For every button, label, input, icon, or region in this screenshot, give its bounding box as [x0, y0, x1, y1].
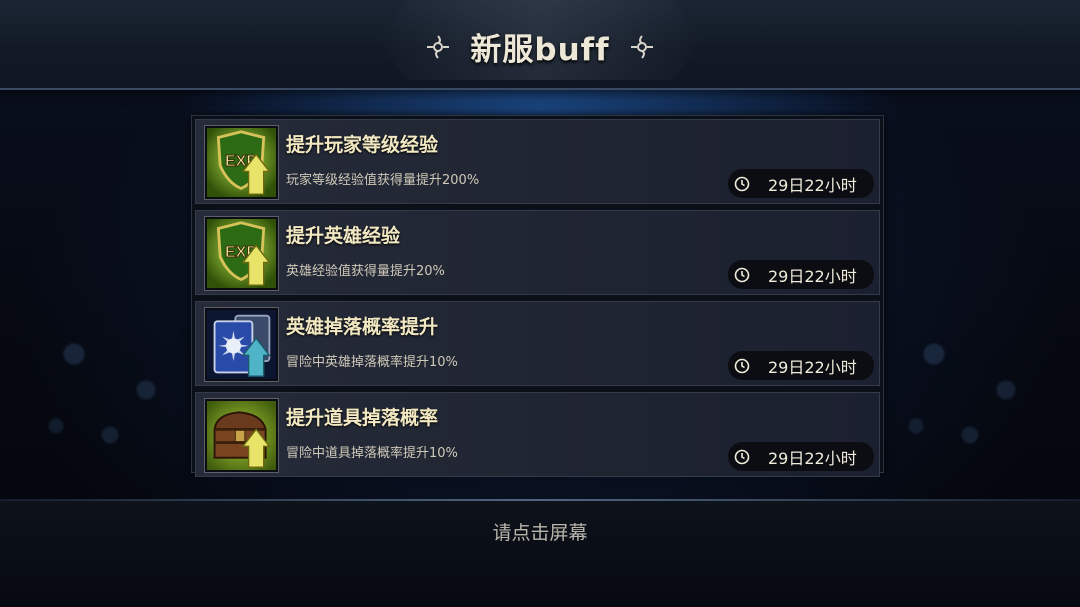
- buff-row-hero-drop: 英雄掉落概率提升 冒险中英雄掉落概率提升10% 29日22小时: [195, 301, 880, 386]
- page-title-group: 新服buff: [0, 24, 1080, 69]
- buff-row-item-drop: 提升道具掉落概率 冒险中道具掉落概率提升10% 29日22小时: [195, 392, 880, 477]
- buff-description: 冒险中道具掉落概率提升10%: [286, 446, 458, 461]
- clock-icon: [734, 267, 750, 282]
- buff-timer: 29日22小时: [728, 169, 874, 198]
- buff-title: 提升英雄经验: [286, 225, 401, 247]
- buff-title: 提升玩家等级经验: [286, 134, 439, 156]
- buff-timer-text: 29日22小时: [768, 266, 857, 286]
- hero-card-arrow-icon: [205, 308, 278, 381]
- clock-icon: [734, 176, 750, 191]
- buff-timer: 29日22小时: [728, 351, 874, 380]
- buff-timer: 29日22小时: [728, 260, 874, 289]
- right-flourish-icon: [630, 34, 653, 59]
- clock-icon: [734, 449, 750, 464]
- clock-icon: [734, 358, 750, 373]
- treasure-chest-arrow-icon: [205, 399, 278, 472]
- exp-shield-arrow-icon: EXP: [205, 126, 278, 199]
- tap-to-continue-prompt[interactable]: 请点击屏幕: [0, 518, 1080, 545]
- buff-list: EXP 提升玩家等级经验 玩家等级经验值获得量提升200% 29日22小时 EX…: [191, 115, 884, 477]
- buff-description: 英雄经验值获得量提升20%: [286, 264, 445, 279]
- exp-shield-arrow-icon: EXP: [205, 217, 278, 290]
- page-title: 新服buff: [470, 32, 610, 68]
- buff-timer: 29日22小时: [728, 442, 874, 471]
- buff-title: 英雄掉落概率提升: [286, 316, 439, 338]
- buff-description: 玩家等级经验值获得量提升200%: [286, 173, 480, 188]
- buff-timer-text: 29日22小时: [768, 448, 857, 468]
- footer-bar[interactable]: [0, 501, 1080, 607]
- buff-row-player-exp: EXP 提升玩家等级经验 玩家等级经验值获得量提升200% 29日22小时: [195, 119, 880, 204]
- left-flourish-icon: [427, 34, 450, 59]
- buff-timer-text: 29日22小时: [768, 357, 857, 377]
- buff-timer-text: 29日22小时: [768, 175, 857, 195]
- buff-title: 提升道具掉落概率: [286, 407, 439, 429]
- buff-row-hero-exp: EXP 提升英雄经验 英雄经验值获得量提升20% 29日22小时: [195, 210, 880, 295]
- buff-description: 冒险中英雄掉落概率提升10%: [286, 355, 458, 370]
